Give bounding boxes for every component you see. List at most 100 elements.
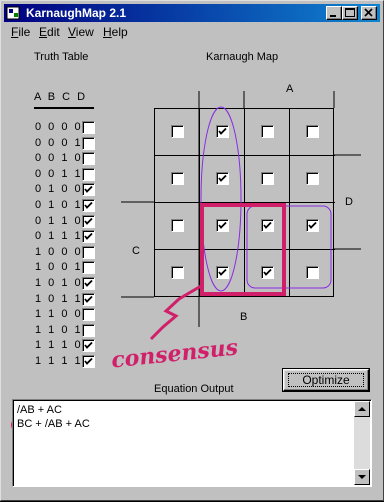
maximize-button[interactable] — [342, 6, 358, 20]
truth-table-checkbox[interactable] — [82, 355, 95, 368]
menu-file-label: ile — [18, 25, 31, 39]
kmap-checkbox[interactable] — [306, 266, 319, 279]
truth-table-checkbox[interactable] — [82, 152, 95, 166]
equation-line-2: BC + /AB + AC — [17, 418, 90, 430]
truth-table-bits: 0 1 1 1 — [35, 230, 83, 243]
kmap-checkbox[interactable] — [261, 172, 274, 185]
truth-table-header: A B C D — [34, 91, 88, 103]
kmap-checkbox[interactable] — [171, 219, 184, 232]
truth-table-checkbox[interactable] — [82, 261, 95, 275]
kmap-cell — [155, 250, 200, 297]
kmap-cell — [290, 203, 335, 250]
menu-file[interactable]: File — [11, 25, 30, 39]
checkmark-icon — [308, 221, 317, 229]
consensus-term: BC — [17, 418, 33, 430]
kmap-cell — [200, 250, 245, 297]
truth-table-checkbox[interactable] — [82, 183, 95, 197]
truth-table-checkbox[interactable] — [82, 214, 95, 228]
optimize-button[interactable]: Optimize — [282, 368, 370, 392]
checkmark-icon — [218, 268, 227, 276]
arrow-down-icon — [358, 475, 366, 479]
kmap-cell — [155, 203, 200, 250]
truth-table-checkbox[interactable] — [82, 136, 95, 150]
kmap-checkbox[interactable] — [261, 125, 274, 138]
menu-help-label: elp — [111, 25, 128, 39]
equation-output-title: Equation Output — [154, 383, 234, 395]
truth-table-bits: 0 1 1 0 — [35, 214, 83, 227]
truth-table-bits: 1 0 0 0 — [35, 245, 83, 258]
checkmark-icon — [218, 127, 227, 135]
truth-table-title: Truth Table — [34, 51, 89, 63]
menu-bar: File Edit View Help — [4, 23, 380, 41]
kmap-checkbox[interactable] — [306, 172, 319, 185]
kmap-checkbox[interactable] — [261, 219, 274, 232]
app-icon[interactable] — [6, 5, 22, 21]
truth-table-checkbox[interactable] — [82, 277, 95, 290]
kmap-label-a: A — [286, 83, 294, 95]
checkmark-icon — [263, 221, 272, 229]
equation-line-1: /AB + AC — [17, 404, 62, 416]
title-bar[interactable]: KarnaughMap 2.1 — [4, 4, 380, 22]
scroll-down-button[interactable] — [354, 469, 370, 485]
kmap-label-d: D — [345, 196, 353, 208]
close-icon — [364, 8, 373, 17]
kmap-checkbox[interactable] — [171, 172, 184, 185]
truth-table-bits: 1 0 0 1 — [35, 261, 83, 274]
kmap-checkbox[interactable] — [306, 125, 319, 138]
menu-view[interactable]: View — [68, 25, 94, 39]
truth-table-bits: 1 1 0 0 — [35, 308, 83, 321]
kmap-checkbox[interactable] — [216, 125, 229, 138]
kmap-cell — [290, 109, 335, 156]
kmap-cell — [245, 250, 290, 297]
kmap-checkbox[interactable] — [171, 125, 184, 138]
truth-table-checkbox[interactable] — [82, 245, 95, 259]
menu-help-key: H — [103, 25, 112, 39]
checkmark-icon — [84, 217, 93, 225]
checkmark-icon — [218, 174, 227, 182]
kmap-checkbox[interactable] — [261, 266, 274, 279]
vertical-scrollbar[interactable] — [354, 401, 370, 485]
truth-table-bits: 0 1 0 0 — [35, 183, 83, 196]
checkmark-icon — [84, 357, 93, 365]
truth-table-bits: 0 0 1 1 — [35, 167, 83, 180]
kmap-cell — [155, 156, 200, 203]
close-button[interactable] — [361, 6, 377, 20]
menu-view-label: iew — [75, 25, 94, 39]
truth-table-checkbox[interactable] — [82, 167, 95, 181]
truth-table-bits: 0 1 0 1 — [35, 199, 83, 211]
kmap-cell — [200, 203, 245, 250]
checkmark-icon — [84, 279, 93, 287]
checkmark-icon — [84, 295, 93, 303]
kmap-cell — [290, 250, 335, 297]
truth-table-divider — [34, 107, 94, 109]
checkmark-icon — [263, 268, 272, 276]
menu-edit-key: E — [39, 25, 48, 39]
equation-output-box[interactable]: /AB + AC BC + /AB + AC — [12, 399, 372, 487]
minimize-button[interactable] — [326, 6, 342, 20]
menu-edit[interactable]: Edit — [39, 25, 60, 39]
truth-table-checkbox[interactable] — [82, 323, 95, 337]
truth-table-bits: 1 1 1 1 — [35, 355, 83, 367]
truth-table-checkbox[interactable] — [82, 292, 95, 306]
kmap-cell — [290, 156, 335, 203]
window-title: KarnaughMap 2.1 — [26, 6, 127, 20]
truth-table-checkbox[interactable] — [82, 121, 95, 134]
truth-table-checkbox[interactable] — [82, 308, 95, 322]
kmap-checkbox[interactable] — [306, 219, 319, 232]
optimize-button-label: Optimize — [288, 373, 364, 387]
checkmark-icon — [84, 342, 93, 350]
kmap-checkbox[interactable] — [216, 172, 229, 185]
menu-edit-label: dit — [47, 25, 60, 39]
kmap-checkbox[interactable] — [171, 266, 184, 279]
kmap-checkbox[interactable] — [216, 266, 229, 279]
truth-table-bits: 1 0 1 0 — [35, 277, 83, 289]
truth-table-checkbox[interactable] — [82, 339, 95, 353]
kmap-cell — [200, 156, 245, 203]
kmap-checkbox[interactable] — [216, 219, 229, 232]
karnaugh-map-title: Karnaugh Map — [206, 51, 279, 63]
menu-help[interactable]: Help — [103, 25, 128, 39]
minimize-icon — [330, 15, 336, 17]
scroll-up-button[interactable] — [354, 401, 370, 417]
truth-table-checkbox[interactable] — [82, 230, 95, 244]
truth-table-checkbox[interactable] — [82, 199, 95, 212]
